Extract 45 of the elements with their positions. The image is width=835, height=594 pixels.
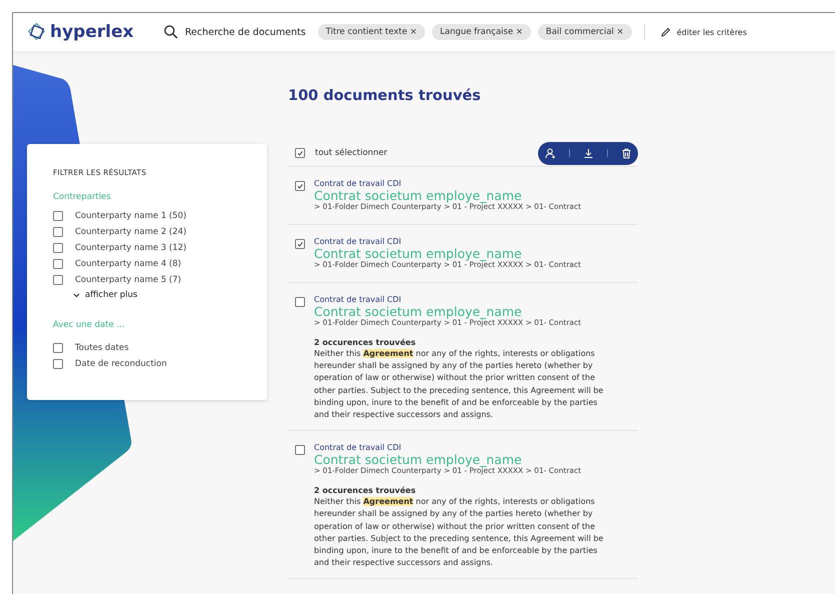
occurrences-count: 2 occurences trouvées xyxy=(314,337,417,348)
filter-option-label[interactable]: Counterparty name 4 (8) xyxy=(75,259,182,269)
checkbox[interactable] xyxy=(53,275,63,285)
checkbox[interactable] xyxy=(295,239,305,249)
document-type: Contrat de travail CDI xyxy=(314,237,402,247)
logo-text[interactable]: hyperlex xyxy=(50,22,134,42)
filter-option-label[interactable]: Counterparty name 1 (50) xyxy=(75,211,186,221)
filter-chip[interactable]: Langue française × xyxy=(432,24,531,40)
select-all-label[interactable]: tout sélectionner xyxy=(315,148,538,158)
checkbox[interactable] xyxy=(295,445,305,456)
document-type: Contrat de travail CDI xyxy=(314,443,402,454)
results-heading: 100 documents trouvés xyxy=(288,88,482,104)
filter-section-title: Avec une date ... xyxy=(53,320,126,330)
filter-chip[interactable]: Titre contient texte × xyxy=(318,24,426,40)
checkbox[interactable] xyxy=(295,297,305,307)
occurrences-count: 2 occurences trouvées xyxy=(314,485,417,496)
add-user-icon[interactable] xyxy=(544,148,556,158)
checkbox[interactable] xyxy=(53,243,63,253)
delete-icon[interactable] xyxy=(620,148,632,158)
logo-icon xyxy=(27,22,47,42)
filter-option-label[interactable]: Date de reconduction xyxy=(75,359,167,369)
download-icon[interactable] xyxy=(582,148,594,158)
show-more-link[interactable]: afficher plus xyxy=(73,290,138,300)
filter-chip[interactable]: Bail commercial × xyxy=(538,24,632,40)
checkbox[interactable] xyxy=(53,259,63,269)
document-type: Contrat de travail CDI xyxy=(314,179,402,189)
filter-option-label[interactable]: Counterparty name 3 (12) xyxy=(75,243,186,253)
chevron-down-icon xyxy=(73,292,80,298)
checkbox[interactable] xyxy=(53,211,63,221)
filter-option-label[interactable]: Counterparty name 2 (24) xyxy=(75,227,186,237)
search-label[interactable]: Recherche de documents xyxy=(185,26,306,38)
search-icon[interactable] xyxy=(164,25,178,39)
checkbox[interactable] xyxy=(295,181,305,191)
document-excerpt: Neither this Agreement nor any of the rights, interests or obligations hereunder shall be assigned by any of the parties hereto (whether by operation of law or otherwise) without the prior written consent of the other parties. Subject to the preceding sentence, this Agreement will be binding upon, inure to the benefit of and be enforceable by the parties and their respective successors and assigns. xyxy=(314,348,604,422)
checkbox[interactable] xyxy=(53,359,63,369)
checkbox[interactable] xyxy=(53,343,63,353)
checkbox[interactable] xyxy=(53,227,63,237)
filter-section-title: Contreparties xyxy=(53,192,112,202)
checkbox[interactable] xyxy=(295,148,305,158)
pencil-icon xyxy=(660,27,671,37)
filter-option-label[interactable]: Toutes dates xyxy=(75,343,129,353)
document-excerpt: Neither this Agreement nor any of the rights, interests or obligations hereunder shall be assigned by any of the parties hereto (whether by operation of law or otherwise) without the prior written consent of the other parties. Subject to the preceding sentence, this Agreement will be binding upon, inure to the benefit of and be enforceable by the parties and their respective successors and assigns. xyxy=(314,496,604,570)
document-type: Contrat de travail CDI xyxy=(314,295,402,305)
edit-criteria-link[interactable]: éditer les critères xyxy=(654,26,753,38)
filter-option-label[interactable]: Counterparty name 5 (7) xyxy=(75,275,182,285)
